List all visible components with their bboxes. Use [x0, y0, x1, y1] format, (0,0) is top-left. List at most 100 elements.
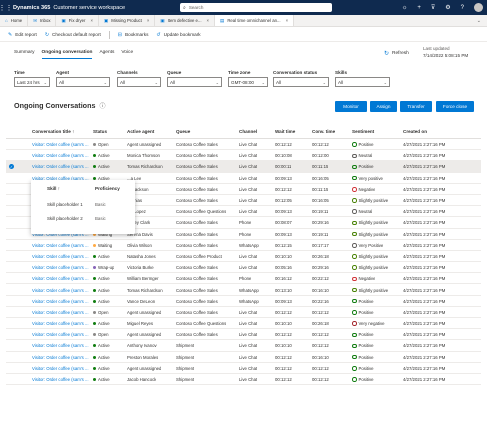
close-icon[interactable]: ×	[147, 18, 150, 23]
table-row[interactable]: Visitor: Order coffee (sam's ... Active Pr…	[6, 352, 481, 363]
tab-voice[interactable]: Voice	[121, 50, 133, 59]
cell-conversation-title[interactable]: Visitor: Order coffee (sam's ...	[32, 161, 89, 172]
col-conv-time[interactable]: Conv. time	[312, 129, 335, 134]
filter-channels-select[interactable]: All ⌄	[117, 77, 161, 87]
close-icon[interactable]: ×	[207, 18, 210, 23]
sentiment-face-icon	[352, 377, 357, 382]
col-created-on[interactable]: Created on	[403, 129, 427, 134]
cell-conv-time-text: 00:12:12	[312, 309, 329, 315]
cell-conversation-title[interactable]: Visitor: Order coffee (sam's ...	[32, 329, 89, 340]
close-icon[interactable]: ×	[90, 18, 93, 23]
cell-conv-time-text: 00:22:12	[312, 276, 329, 282]
table-row[interactable]: Visitor: Order coffee (sam's ... Active Na…	[6, 251, 481, 263]
update-bookmark-button[interactable]: ↺ Update bookmark	[156, 32, 200, 38]
close-icon[interactable]: ×	[286, 18, 289, 23]
filter-conversation-status-select[interactable]: All ⌄	[273, 77, 329, 87]
cell-conversation-title[interactable]: Visitor: Order coffee (sam's ...	[32, 150, 89, 161]
col-active-agent[interactable]: Active agent	[127, 129, 154, 134]
bookmarks-button[interactable]: ⊟ Bookmarks	[118, 32, 149, 38]
cell-channel: Live Chat	[239, 374, 257, 385]
table-row[interactable]: Visitor: Order coffee (sam's ... Active Wi…	[6, 273, 481, 285]
cell-conversation-title[interactable]: Visitor: Order coffee (sam's ...	[32, 240, 89, 251]
filter-conversation-status-value: All	[276, 79, 282, 85]
table-row[interactable]: Visitor: Order coffee (sam's ... Waiting O…	[6, 240, 481, 251]
session-tab-3[interactable]: ▣ Missing Product ×	[99, 15, 156, 26]
filter-queue-select[interactable]: All ⌄	[167, 77, 222, 87]
table-row[interactable]: Visitor: Order coffee (sam's ... Active Ag…	[6, 363, 481, 374]
cell-queue: Shipment	[176, 363, 194, 374]
tab-agents[interactable]: Agents	[99, 50, 114, 59]
checkout-default-report-button[interactable]: ↻ Checkout default report	[45, 32, 101, 38]
table-row[interactable]: Visitor: Order coffee (sam's ... Open Agen…	[6, 329, 481, 341]
tab-ongoing-conversation[interactable]: Ongoing conversation	[41, 50, 93, 59]
col-wait-time[interactable]: Wait time	[275, 129, 295, 134]
edit-report-button[interactable]: ✎ Edit report	[8, 32, 37, 38]
table-row[interactable]: Visitor: Order coffee (sam's ... Active Ja…	[6, 374, 481, 386]
add-icon[interactable]: +	[417, 5, 421, 11]
tab-summary[interactable]: Summary	[14, 50, 35, 59]
assign-button[interactable]: Assign	[370, 101, 397, 112]
app-launcher-icon[interactable]: ⋮⋮	[0, 0, 13, 15]
cell-wait-time-text: 00:09:13	[275, 209, 292, 215]
session-tab-1[interactable]: ✉ Inbox	[28, 15, 57, 26]
cell-sentiment-text: Positive	[358, 309, 374, 315]
table-row[interactable]: Visitor: Order coffee (sam's ... Active An…	[6, 340, 481, 352]
cell-conversation-title[interactable]: Visitor: Order coffee (sam's ...	[32, 262, 89, 273]
status-dot-icon	[93, 154, 96, 158]
filter-icon[interactable]: ⊽	[431, 4, 435, 11]
cell-conv-time: 00:26:18	[312, 318, 329, 329]
cell-conversation-title[interactable]: Visitor: Order coffee (sam's ...	[32, 318, 89, 329]
table-row[interactable]: Visitor: Order coffee (sam's ... Open Agen…	[6, 139, 481, 151]
filter-time-select[interactable]: Last 24 hrs ⌄	[14, 77, 50, 87]
cell-conversation-title[interactable]: Visitor: Order coffee (sam's ...	[32, 251, 89, 262]
table-row[interactable]: Visitor: Order coffee (sam's ... Active Mo…	[6, 150, 481, 162]
cell-conversation-title[interactable]: Visitor: Order coffee (sam's ...	[32, 363, 89, 374]
cell-conversation-title[interactable]: Visitor: Order coffee (sam's ...	[32, 139, 89, 150]
session-tab-5[interactable]: ▤ Real time omnichannel an... ×	[215, 15, 295, 26]
cell-conv-time-text: 00:12:12	[312, 377, 329, 383]
cell-conversation-title[interactable]: Visitor: Order coffee (sam's ...	[32, 307, 89, 318]
session-tab-4[interactable]: ▣ Item defective e... ×	[155, 15, 216, 26]
info-icon[interactable]: ⓘ	[99, 101, 105, 110]
col-status[interactable]: Status	[93, 129, 107, 134]
avatar[interactable]	[474, 3, 483, 12]
cell-conversation-title[interactable]: Visitor: Order coffee (sam's ...	[32, 284, 89, 295]
lightbulb-icon[interactable]: ☼	[402, 5, 408, 11]
filter-time-zone-select[interactable]: GMT-08:00 ⌄	[228, 77, 268, 87]
table-row[interactable]: Visitor: Order coffee (sam's ... Active Va…	[6, 296, 481, 307]
cell-status-text: Active	[98, 164, 110, 170]
filter-skills-select[interactable]: All ⌄	[335, 77, 390, 87]
cell-sentiment-text: Very Positive	[358, 242, 384, 248]
transfer-button[interactable]: Transfer	[400, 101, 432, 112]
cell-conversation-title[interactable]: Visitor: Order coffee (sam's ...	[32, 273, 89, 284]
col-conversation-title[interactable]: Conversation title ↑	[32, 129, 74, 134]
table-row[interactable]: Visitor: Order coffee (sam's ... Open Agen…	[6, 307, 481, 318]
cell-wait-time: 00:12:12	[275, 307, 292, 318]
col-queue[interactable]: Queue	[176, 129, 190, 134]
cell-conversation-title[interactable]: Visitor: Order coffee (sam's ...	[32, 352, 89, 363]
table-row[interactable]: Visitor: Order coffee (sam's ... Wrap-up V…	[6, 262, 481, 274]
filter-queue-value: All	[170, 79, 176, 85]
session-tab-2[interactable]: ▣ Fix dryer ×	[56, 15, 99, 26]
session-tab-0[interactable]: ⌂ Home	[0, 15, 29, 26]
col-channel[interactable]: Channel	[239, 129, 257, 134]
refresh-button[interactable]: ↻ Refresh	[384, 50, 409, 57]
cell-conversation-title[interactable]: Visitor: Order coffee (sam's ...	[32, 340, 89, 351]
table-row[interactable]: Visitor: Order coffee (sam's ... Active Mi…	[6, 318, 481, 330]
table-row[interactable]: Visitor: Order coffee (sam's ... Active To…	[6, 284, 481, 296]
chevron-down-icon[interactable]: ⌄	[477, 15, 487, 26]
settings-icon[interactable]: ⚙	[445, 4, 450, 11]
filter-agent-select[interactable]: All ⌄	[56, 77, 110, 87]
table-row[interactable]: ✓ Visitor: Order coffee (sam's ... Active T…	[6, 161, 481, 173]
cell-created-on: 4/27/2021 2:27:16 PM	[403, 352, 445, 363]
cell-active-agent-text: Vance DeLeon	[127, 298, 156, 304]
cell-conversation-title[interactable]: Visitor: Order coffee (sam's ...	[32, 374, 89, 385]
force-close-button[interactable]: Force close	[436, 101, 474, 112]
cell-conversation-title[interactable]: Visitor: Order coffee (sam's ...	[32, 296, 89, 307]
global-search-input[interactable]: ⌕ Search	[180, 3, 332, 12]
monitor-button[interactable]: Monitor	[335, 101, 367, 112]
col-sentiment[interactable]: Sentiment	[352, 129, 374, 134]
cell-sentiment-text: Slightly positive	[358, 253, 389, 259]
checkmark-icon[interactable]: ✓	[9, 164, 14, 170]
help-icon[interactable]: ?	[461, 5, 464, 11]
